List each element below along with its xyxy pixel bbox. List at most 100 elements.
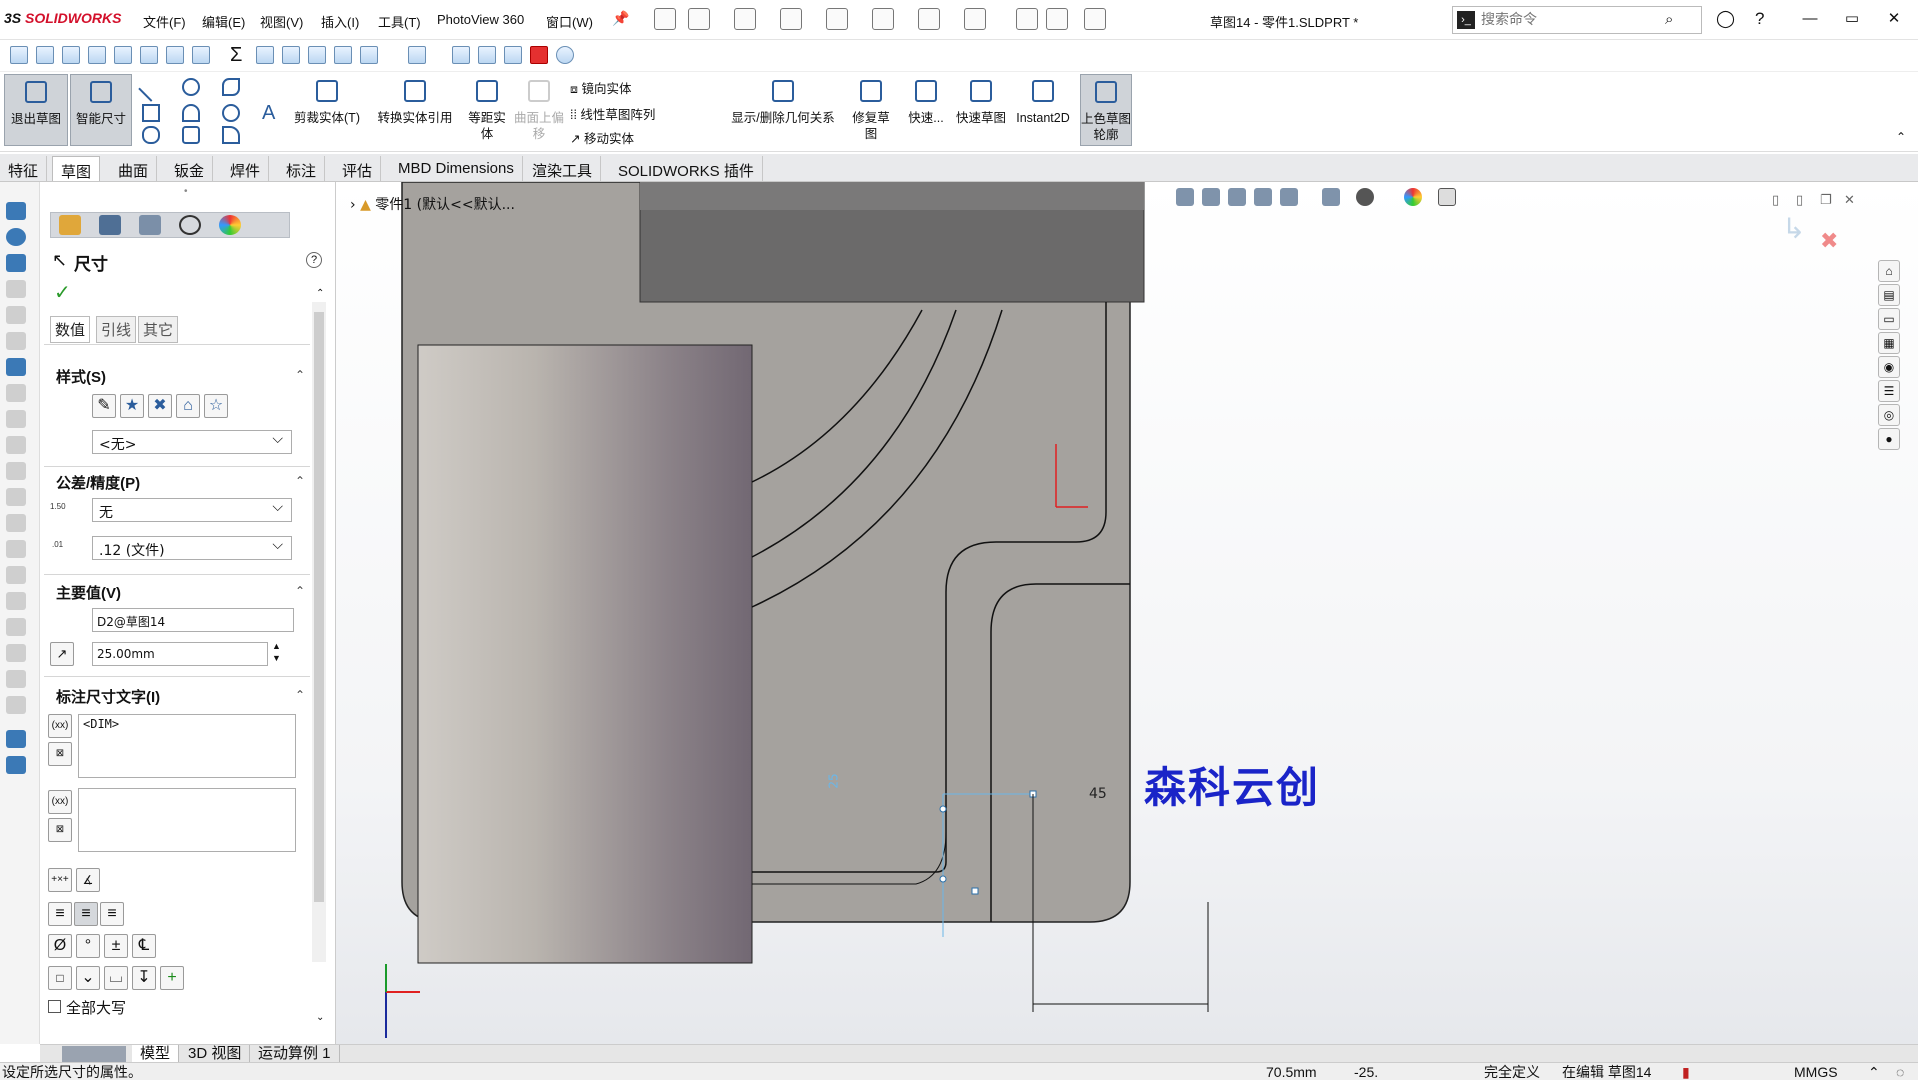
repair-sketch-button[interactable]: 修复草图 xyxy=(848,74,894,146)
shell-icon[interactable] xyxy=(6,436,26,454)
tab-value[interactable]: 数值 xyxy=(50,316,91,343)
countersink-icon[interactable]: ⌄ xyxy=(76,966,100,990)
save-icon[interactable] xyxy=(780,8,802,30)
tab-sketch[interactable]: 草图 xyxy=(52,156,101,181)
pin-icon[interactable]: 📌 xyxy=(612,10,629,27)
rectangle-icon[interactable] xyxy=(142,104,160,122)
hole-icon[interactable] xyxy=(6,618,26,636)
depth-icon[interactable]: ↧ xyxy=(132,966,156,990)
thread-icon[interactable] xyxy=(6,644,26,662)
search-icon[interactable]: ⌕ xyxy=(1665,11,1673,28)
dimension-text-section-title[interactable]: 标注尺寸文字(I) xyxy=(56,686,160,707)
menu-tools[interactable]: 工具(T) xyxy=(378,12,421,31)
scroll-up-icon[interactable]: ⌃ xyxy=(316,288,324,299)
propertymanager-tab-icon[interactable] xyxy=(99,215,121,235)
collapse-ribbon-icon[interactable]: ⌃ xyxy=(1896,130,1906,144)
dome-icon[interactable] xyxy=(6,540,26,558)
square-icon[interactable]: □ xyxy=(48,966,72,990)
add-parentheses-icon[interactable]: (xx) xyxy=(48,714,72,738)
menu-view[interactable]: 视图(V) xyxy=(260,12,303,31)
dimxpert-tab-icon[interactable] xyxy=(179,215,201,235)
tab-sheet-metal[interactable]: 钣金 xyxy=(166,156,214,181)
cut-icon[interactable] xyxy=(6,332,26,350)
tab-other[interactable]: 其它 xyxy=(138,316,179,343)
dim-handle-bottom[interactable] xyxy=(939,875,947,883)
chat-icon[interactable]: ◌ xyxy=(1896,1063,1904,1080)
add-style-icon[interactable]: ★ xyxy=(120,394,144,418)
tab-render-tools[interactable]: 渲染工具 xyxy=(524,156,602,181)
tab-evaluate[interactable]: 评估 xyxy=(334,156,382,181)
fraction-icon[interactable]: +×+ xyxy=(48,868,72,892)
command-search[interactable]: ›_ ⌕ xyxy=(1452,6,1702,34)
home-icon[interactable] xyxy=(654,8,676,30)
home-resources-icon[interactable]: ⌂ xyxy=(1878,260,1900,282)
plus-minus-icon[interactable]: ± xyxy=(104,934,128,958)
quick-snaps-button[interactable]: 快速... xyxy=(902,74,950,146)
save-style-icon[interactable]: ⌂ xyxy=(176,394,200,418)
solidworks-forum-icon[interactable]: ◎ xyxy=(1878,404,1900,426)
delete-style-icon[interactable]: ✖ xyxy=(148,394,172,418)
scroll-down-icon[interactable]: ⌄ xyxy=(316,1012,324,1023)
pm-grip[interactable]: • xyxy=(184,186,188,197)
vp-tile2-icon[interactable]: ▯ xyxy=(1796,192,1803,208)
help-icon[interactable]: ? xyxy=(1755,9,1764,29)
view-palette-icon[interactable]: ▦ xyxy=(1878,332,1900,354)
shield-icon[interactable] xyxy=(166,46,184,64)
dimension-45-label[interactable]: 45 xyxy=(1089,786,1107,802)
menu-photoview[interactable]: PhotoView 360 xyxy=(437,12,524,27)
fillet-feature-icon[interactable] xyxy=(6,384,26,402)
instant2d-button[interactable]: Instant2D xyxy=(1012,74,1074,146)
align-right-icon[interactable]: ≡ xyxy=(100,902,124,926)
tab-mbd[interactable]: MBD Dimensions xyxy=(390,156,523,181)
zoom-fit-icon[interactable] xyxy=(1176,188,1194,206)
inspection-dim-icon[interactable]: ⊠ xyxy=(48,742,72,766)
close-button[interactable]: ✕ xyxy=(1880,8,1908,30)
display-relations-button[interactable]: 显示/删除几何关系 xyxy=(722,74,844,146)
sparkle-icon[interactable] xyxy=(308,46,326,64)
tab-weldments[interactable]: 焊件 xyxy=(222,156,270,181)
select-arrow-icon[interactable] xyxy=(964,8,986,30)
move-entities-button[interactable]: ↗ 移动实体 xyxy=(570,128,634,147)
inspection-lower-icon[interactable]: ⊠ xyxy=(48,818,72,842)
file-explorer-icon[interactable]: ▭ xyxy=(1878,308,1900,330)
restore-button[interactable]: ▭ xyxy=(1838,8,1866,30)
spell-check-icon[interactable] xyxy=(10,46,28,64)
tab-markup[interactable]: 标注 xyxy=(278,156,326,181)
vp-close-icon[interactable]: ✕ xyxy=(1844,192,1855,208)
primary-value-section-title[interactable]: 主要值(V) xyxy=(56,582,121,603)
disc-icon[interactable] xyxy=(556,46,574,64)
open-folder-icon[interactable] xyxy=(734,8,756,30)
part-sketch-canvas[interactable] xyxy=(336,182,1918,1044)
precision-select[interactable]: .12 (文件) xyxy=(92,536,292,560)
tolerance-section-title[interactable]: 公差/精度(P) xyxy=(56,472,140,493)
angle-text-icon[interactable]: ∡ xyxy=(76,868,100,892)
linear-pattern-button[interactable]: ⁞⁞ 线性草图阵列 xyxy=(570,104,655,123)
custom-properties-icon[interactable]: ☰ xyxy=(1878,380,1900,402)
dynamic-annotation-icon[interactable] xyxy=(1280,188,1298,206)
new-document-icon[interactable] xyxy=(688,8,710,30)
dim-handle-top[interactable] xyxy=(939,805,947,813)
load-style-icon[interactable]: ☆ xyxy=(204,394,228,418)
world-icon[interactable]: ● xyxy=(1878,428,1900,450)
options-gear-icon[interactable] xyxy=(1084,8,1106,30)
dim-grip-2[interactable] xyxy=(971,887,979,895)
trim-entities-button[interactable]: 剪裁实体(T) xyxy=(290,74,364,146)
tab-3d-views[interactable]: 3D 视图 xyxy=(180,1045,251,1063)
graphics-area[interactable]: › ▲ 零件1 (默认<<默认... ▯ ▯ ❐ ✕ ↳ ✖ ⌂ ▤ ▭ ▦ ◉… xyxy=(336,182,1918,1044)
configmanager-tab-icon[interactable] xyxy=(139,215,161,235)
dimension-text-box-lower[interactable] xyxy=(78,788,296,852)
tab-scroll-buttons[interactable] xyxy=(62,1046,126,1062)
mirror-feature-icon[interactable] xyxy=(6,592,26,610)
style-section-title[interactable]: 样式(S) xyxy=(56,366,106,387)
all-caps-checkbox[interactable] xyxy=(48,1000,61,1013)
tab-addins[interactable]: SOLIDWORKS 插件 xyxy=(610,156,763,181)
curves-icon[interactable] xyxy=(6,756,26,774)
collapse-style-icon[interactable]: ⌃ xyxy=(295,368,305,382)
tab-leaders[interactable]: 引线 xyxy=(96,316,137,343)
ellipse-icon[interactable] xyxy=(222,104,240,122)
print-icon[interactable] xyxy=(826,8,848,30)
mirror-entities-button[interactable]: ⧈ 镜向实体 xyxy=(570,78,631,97)
dimension-value-field[interactable]: 25.00mm xyxy=(92,642,268,666)
undo-icon[interactable] xyxy=(872,8,894,30)
user-account-icon[interactable]: ◯ xyxy=(1716,9,1735,29)
